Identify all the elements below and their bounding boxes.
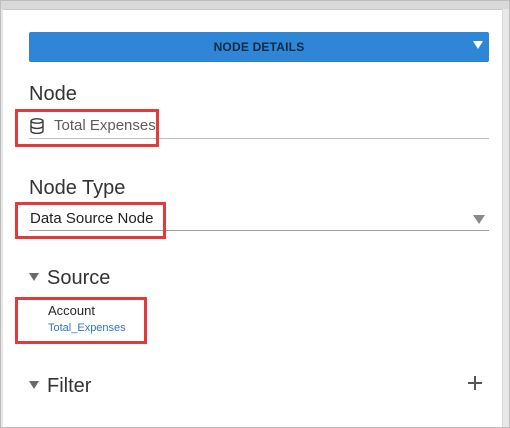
- filter-section-title[interactable]: Filter: [47, 375, 91, 398]
- node-details-header-button[interactable]: NODE DETAILS: [29, 32, 489, 62]
- node-details-panel: NODE DETAILS Node Total Expenses Node Ty…: [0, 0, 510, 428]
- highlight-box-node-type: [15, 202, 166, 239]
- highlight-box-node-name: [15, 109, 159, 147]
- right-scroll-edge: [502, 9, 509, 427]
- left-edge: [1, 9, 3, 427]
- highlight-box-source-account: [15, 297, 147, 344]
- node-type-section-title: Node Type: [29, 177, 126, 199]
- caret-down-icon[interactable]: [473, 41, 483, 49]
- node-section-title: Node: [29, 83, 77, 105]
- source-section-title[interactable]: Source: [47, 267, 110, 290]
- top-strip: [1, 1, 509, 10]
- caret-down-icon[interactable]: [473, 215, 485, 224]
- caret-down-icon[interactable]: [29, 381, 39, 389]
- caret-down-icon[interactable]: [29, 273, 39, 281]
- plus-icon[interactable]: [467, 375, 483, 391]
- node-details-header-label: NODE DETAILS: [213, 40, 305, 54]
